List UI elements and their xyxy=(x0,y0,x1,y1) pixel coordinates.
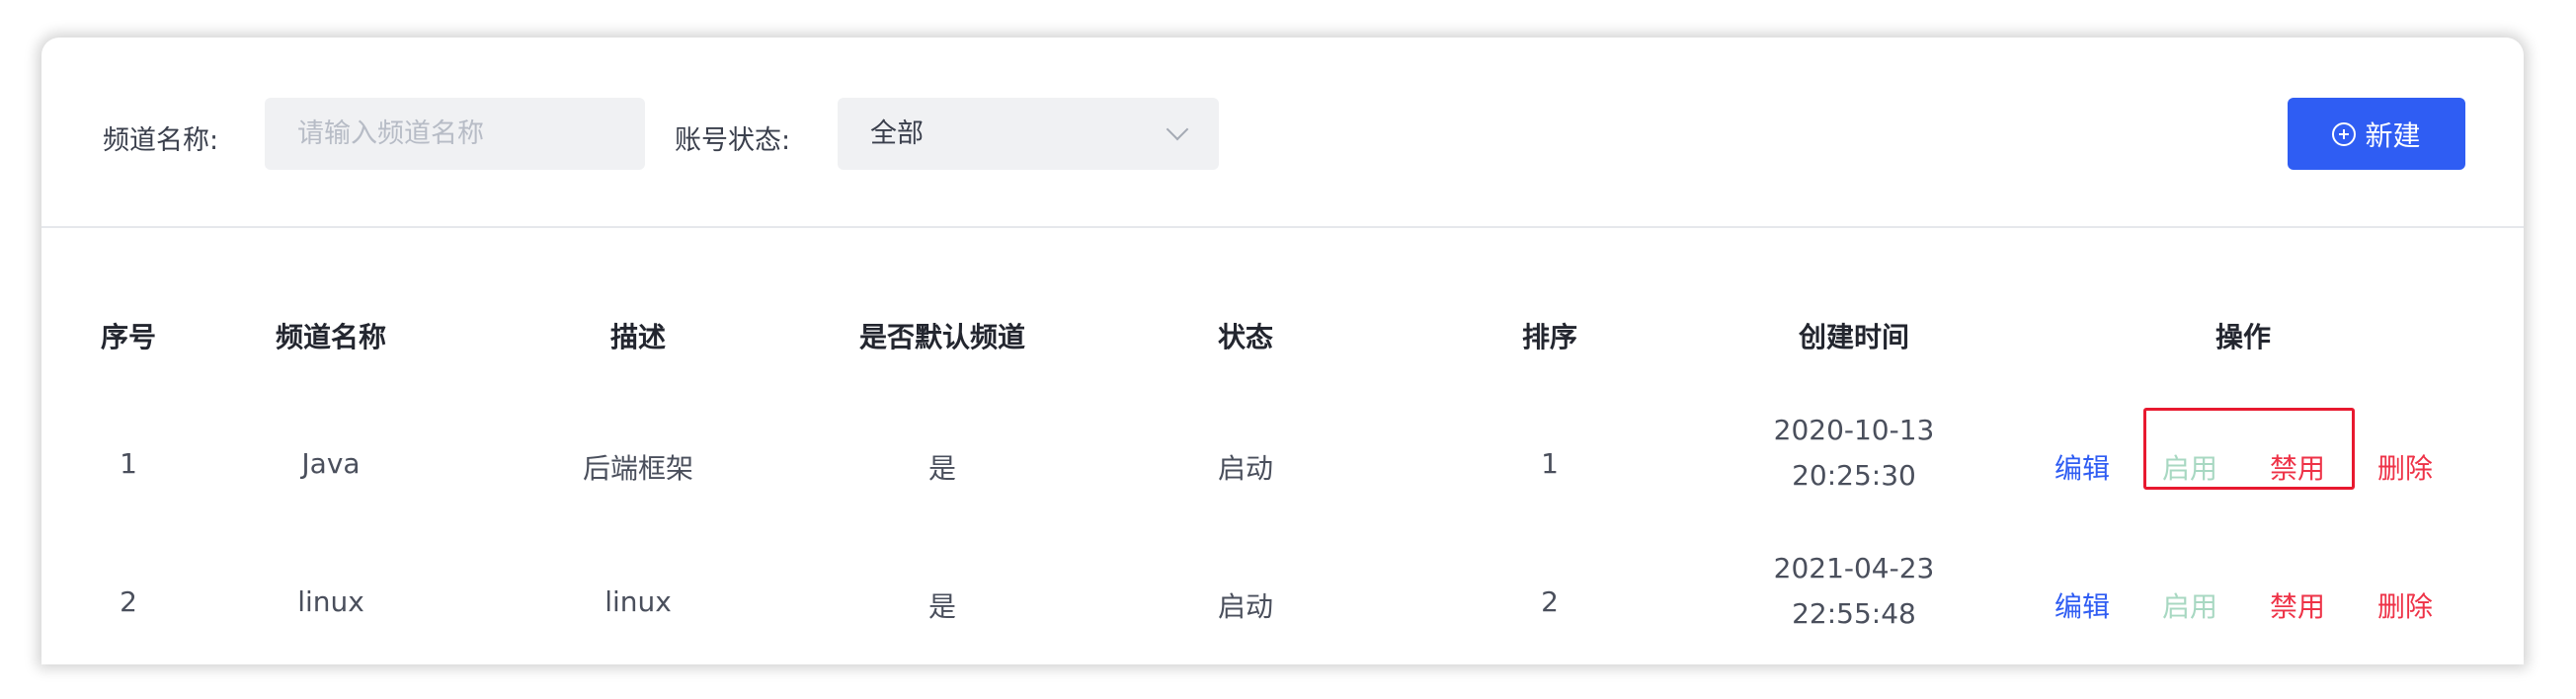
account-status-value: 全部 xyxy=(870,118,924,149)
new-button-label: 新建 xyxy=(2365,118,2421,152)
column-header-actions: 操作 xyxy=(2214,321,2272,353)
row-index: 1 xyxy=(120,447,137,480)
column-header-sort: 排序 xyxy=(1521,321,1578,353)
row-created-date: 2020-10-13 xyxy=(1773,414,1935,446)
row-channel-name: Java xyxy=(301,447,361,480)
row-description: linux xyxy=(604,585,672,618)
row-created-clock: 20:25:30 xyxy=(1792,459,1916,492)
channel-name-input[interactable]: 请输入频道名称 xyxy=(265,98,645,170)
channel-name-label: 频道名称: xyxy=(103,125,219,156)
row-status: 启动 xyxy=(1217,452,1274,485)
highlight-box xyxy=(2143,408,2355,490)
main-panel: 频道名称: 请输入频道名称 账号状态: 全部 新建 序号 频道名称 描述 是否默… xyxy=(41,38,2524,664)
edit-link[interactable]: 编辑 xyxy=(2054,585,2110,625)
row-channel-name: linux xyxy=(297,585,364,618)
row-sort: 1 xyxy=(1541,447,1559,480)
delete-link[interactable]: 删除 xyxy=(2377,447,2433,487)
column-header-description: 描述 xyxy=(609,321,667,353)
account-status-select[interactable]: 全部 xyxy=(838,98,1219,170)
row-created-time: 2020-10-13 20:25:30 xyxy=(1774,408,1935,499)
divider xyxy=(41,226,2524,228)
enable-link[interactable]: 启用 xyxy=(2162,585,2217,625)
row-is-default: 是 xyxy=(927,452,957,485)
chevron-down-icon xyxy=(1166,117,1189,141)
row-status: 启动 xyxy=(1217,590,1274,623)
row-created-time: 2021-04-23 22:55:48 xyxy=(1774,546,1935,637)
row-sort: 2 xyxy=(1541,585,1559,618)
column-header-status: 状态 xyxy=(1217,321,1274,353)
new-button[interactable]: 新建 xyxy=(2288,98,2465,170)
row-created-clock: 22:55:48 xyxy=(1792,597,1916,630)
row-index: 2 xyxy=(120,585,137,618)
account-status-label: 账号状态: xyxy=(675,125,791,156)
disable-link[interactable]: 禁用 xyxy=(2270,585,2325,625)
row-created-date: 2021-04-23 xyxy=(1773,552,1935,584)
row-is-default: 是 xyxy=(927,590,957,623)
column-header-is-default: 是否默认频道 xyxy=(858,321,1026,353)
row-description: 后端框架 xyxy=(582,452,694,485)
column-header-channel-name: 频道名称 xyxy=(275,321,387,353)
delete-link[interactable]: 删除 xyxy=(2377,585,2433,625)
column-header-index: 序号 xyxy=(100,321,157,353)
edit-link[interactable]: 编辑 xyxy=(2054,447,2110,487)
column-header-created-time: 创建时间 xyxy=(1798,321,1910,353)
plus-circle-icon xyxy=(2332,121,2357,146)
